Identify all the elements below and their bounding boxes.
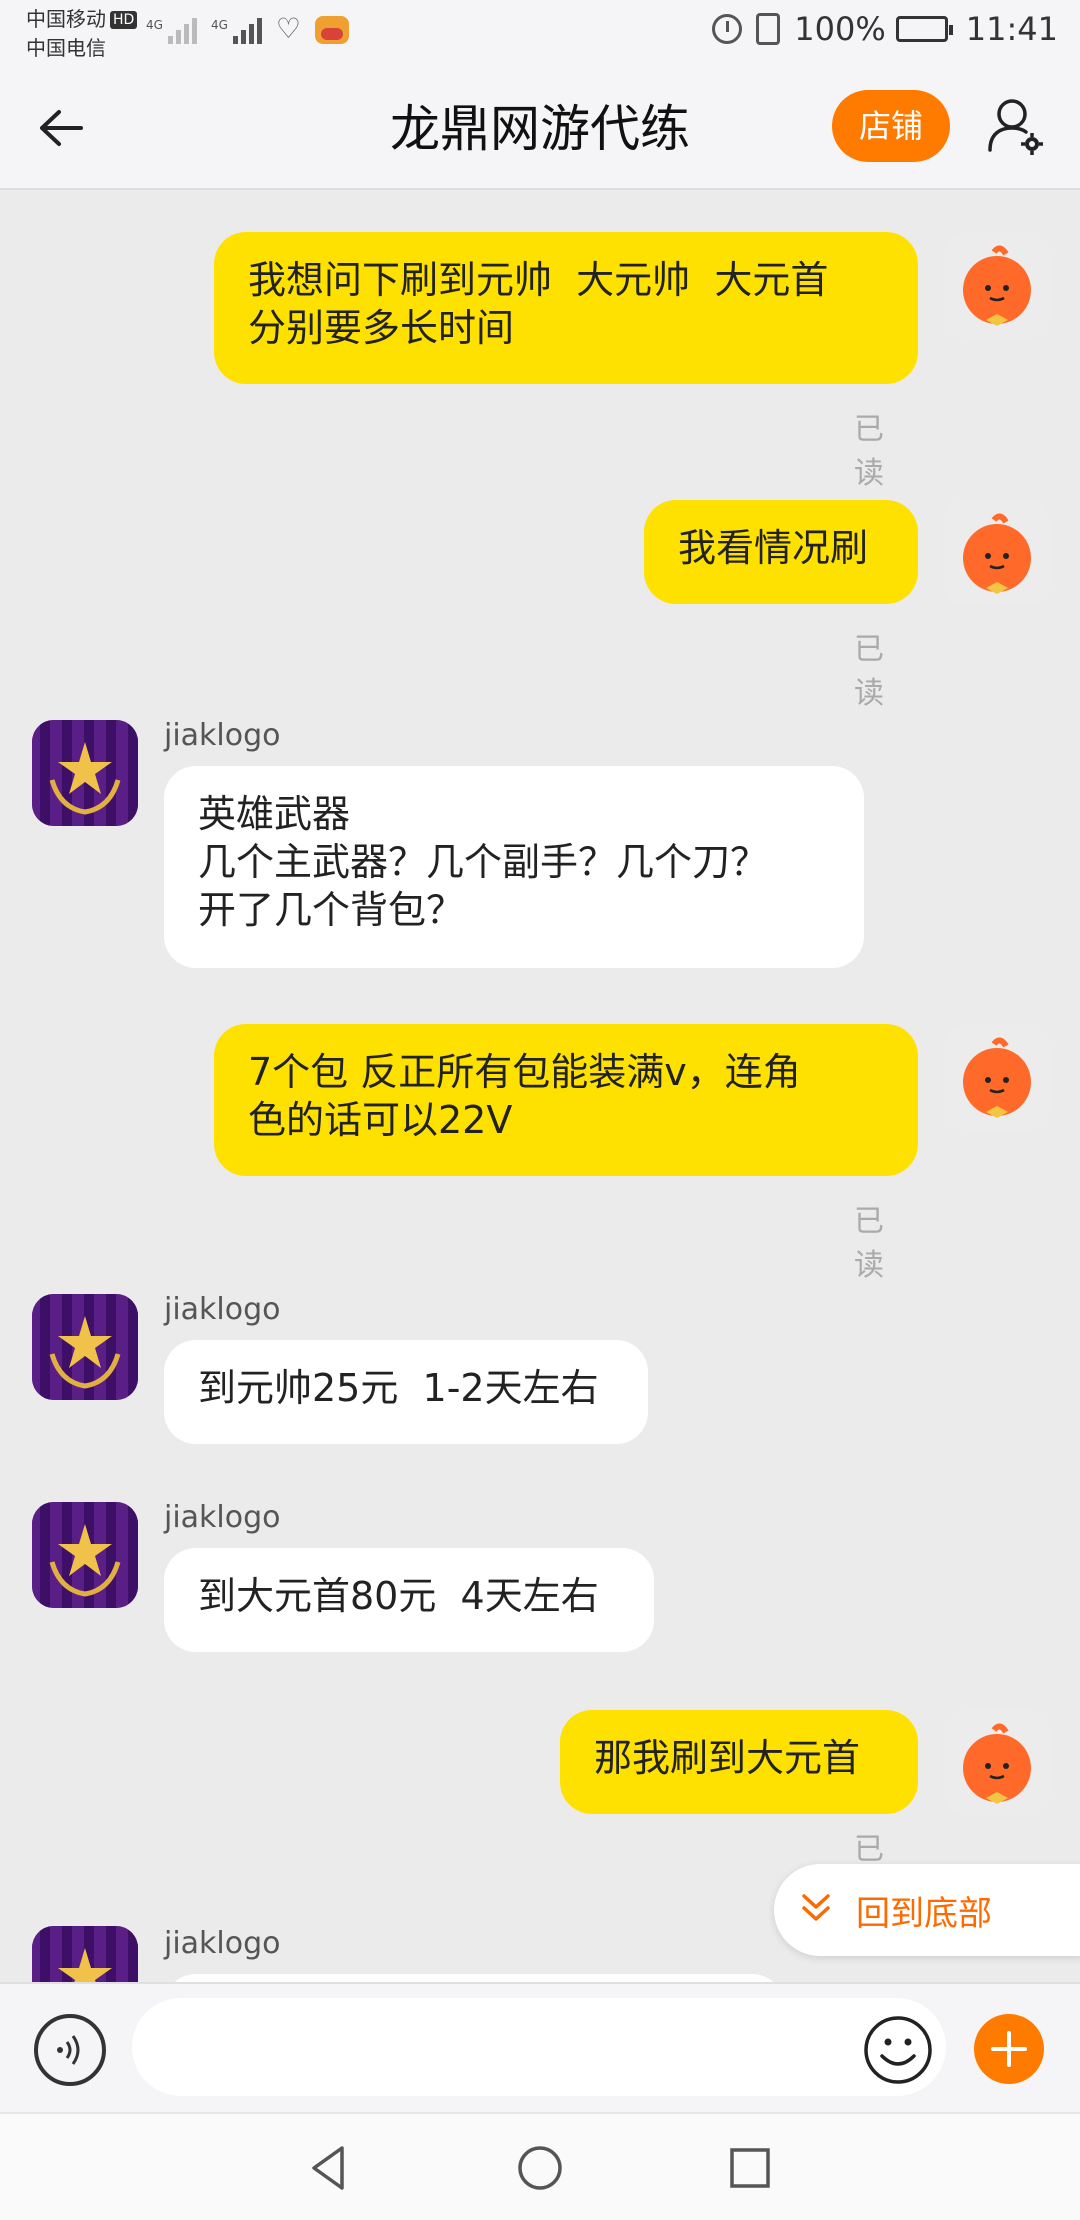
hd-badge: HD	[110, 11, 138, 29]
health-heart-icon: ♡	[275, 12, 301, 45]
message-bubble[interactable]: 英雄武器 几个主武器？几个副手？几个刀？ 开了几个背包？	[164, 766, 864, 968]
double-chevron-down-icon	[798, 1890, 834, 1930]
square-recent-icon[interactable]	[720, 2138, 780, 2198]
contact-avatar[interactable]	[32, 720, 138, 826]
status-bar: 中国移动 HD 中国电信 4G 4G ♡ 100% 11:41	[0, 0, 1080, 68]
signal-icon-2: 4G	[211, 18, 262, 44]
voice-icon[interactable]	[34, 2014, 106, 2086]
app-notification-icon	[314, 16, 349, 44]
alarm-icon	[712, 14, 743, 44]
read-receipt: 已读	[854, 412, 884, 491]
plus-icon[interactable]	[974, 2014, 1044, 2084]
message-bubble[interactable]	[164, 1974, 784, 1982]
my-avatar[interactable]	[944, 232, 1050, 338]
chat-list[interactable]: 我想问下刷到元帅 大元帅 大元首 分别要多长时间 已读 我看情况刷 已读 jia…	[0, 190, 1080, 1982]
user-gear-icon[interactable]	[984, 94, 1048, 158]
read-receipt: 已读	[854, 1204, 884, 1283]
scroll-to-bottom-button[interactable]: 回到底部	[774, 1864, 1080, 1956]
message-bubble[interactable]: 我看情况刷	[644, 500, 918, 604]
signal-icon-1: 4G	[146, 18, 197, 44]
message-bubble[interactable]: 到大元首80元 4天左右	[164, 1548, 654, 1652]
clock: 11:41	[965, 10, 1058, 48]
contact-avatar[interactable]	[32, 1502, 138, 1608]
chat-header: 龙鼎网游代练 店铺	[0, 68, 1080, 190]
sender-name: jiaklogo	[164, 1500, 281, 1535]
circle-home-icon[interactable]	[510, 2138, 570, 2198]
carrier-1-label: 中国移动	[26, 7, 106, 31]
contact-avatar[interactable]	[32, 1926, 138, 1982]
message-bubble[interactable]: 那我刷到大元首	[560, 1710, 918, 1814]
network-indicators: 4G 4G ♡	[146, 14, 349, 44]
network-type-1: 4G	[146, 18, 163, 32]
my-avatar[interactable]	[944, 1024, 1050, 1130]
carrier-1: 中国移动 HD	[26, 6, 138, 32]
input-bar	[0, 1982, 1080, 2112]
message-bubble[interactable]: 到元帅25元 1-2天左右	[164, 1340, 648, 1444]
carrier-2-label: 中国电信	[26, 36, 106, 60]
battery-icon	[895, 16, 953, 42]
contact-avatar[interactable]	[32, 1294, 138, 1400]
smiley-icon[interactable]	[862, 2014, 934, 2086]
sender-name: jiaklogo	[164, 1926, 281, 1961]
sender-name: jiaklogo	[164, 718, 281, 753]
message-bubble[interactable]: 我想问下刷到元帅 大元帅 大元首 分别要多长时间	[214, 232, 918, 384]
sender-name: jiaklogo	[164, 1292, 281, 1327]
status-right: 100% 11:41	[712, 10, 1058, 48]
my-avatar[interactable]	[944, 500, 1050, 606]
triangle-back-icon[interactable]	[300, 2138, 360, 2198]
message-input[interactable]	[132, 1998, 946, 2096]
shop-button[interactable]: 店铺	[832, 90, 950, 162]
system-nav-bar	[0, 2112, 1080, 2220]
vibrate-icon	[756, 13, 781, 45]
message-bubble[interactable]: 7个包 反正所有包能装满v，连角 色的话可以22V	[214, 1024, 918, 1176]
scroll-to-bottom-label: 回到底部	[856, 1893, 992, 1934]
network-type-2: 4G	[210, 18, 228, 32]
battery-percent: 100%	[794, 10, 886, 48]
my-avatar[interactable]	[944, 1710, 1050, 1816]
read-receipt: 已读	[854, 632, 884, 711]
